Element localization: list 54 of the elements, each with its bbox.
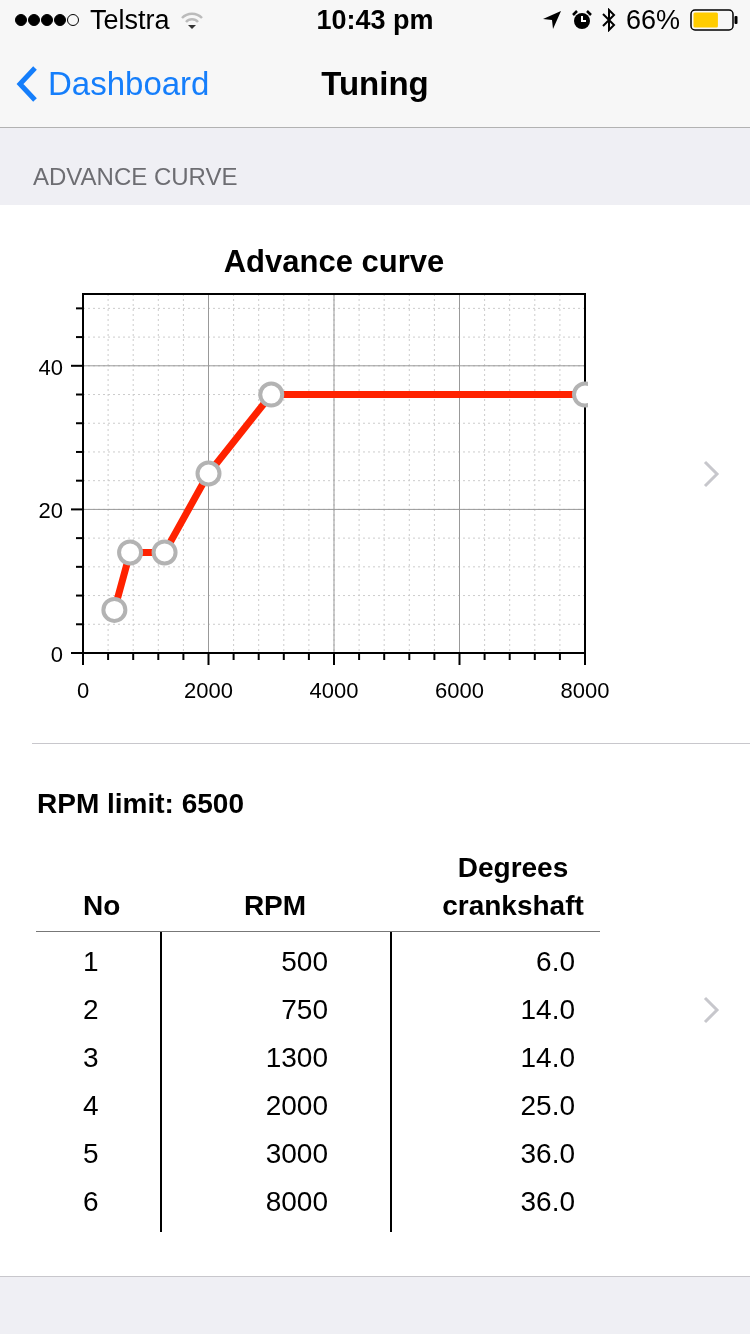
signal-icon (14, 13, 80, 27)
axis-label: 0 (50, 642, 63, 667)
table-value: 6.0 (536, 946, 575, 978)
rpm-limit: RPM limit: 6500 (36, 787, 245, 820)
wifi-icon (179, 11, 204, 29)
battery-icon (690, 9, 738, 31)
table-value: 36.0 (520, 1138, 575, 1170)
chart-point (572, 381, 588, 408)
table-value: 2 (83, 994, 99, 1026)
chart-point (151, 539, 178, 566)
carrier-name: Telstra (90, 4, 170, 36)
table-cell[interactable]: RPM limit: 6500 No RPM Degrees crankshaft 1 500 6.0 2 750 14.0 3 1300 14.0 4 2000 25.0 5 3000 36.0 6 8000 36.0 (0, 744, 750, 1276)
back-button[interactable]: Dashboard (0, 64, 210, 103)
table-value: 14.0 (520, 994, 575, 1026)
alarm-clock-icon (571, 10, 592, 30)
axis-label: 6000 (435, 678, 484, 703)
axis-label: 40 (38, 354, 63, 380)
table-value: 36.0 (520, 1186, 575, 1218)
chevron-icon (702, 995, 720, 1025)
column-header: No (83, 889, 121, 923)
section-header: ADVANCE CURVE (33, 163, 238, 191)
table-value: 25.0 (520, 1090, 575, 1122)
table-value: 6 (83, 1186, 99, 1218)
table-value: 500 (281, 946, 328, 978)
table-value: 750 (281, 994, 328, 1026)
chart-cell[interactable]: Advance curve 0 20 40 0 2000 4000 6000 8000 (0, 205, 750, 743)
column-header: Degrees crankshaft (441, 851, 585, 923)
chart-point (195, 460, 222, 487)
table-value: 2000 (265, 1090, 328, 1122)
location-arrow-icon (541, 10, 562, 30)
chart-point (101, 596, 128, 623)
chart-point (258, 381, 285, 408)
table-value: 3 (83, 1042, 99, 1074)
axis-label: 8000 (560, 678, 610, 703)
chevron-icon (702, 459, 720, 489)
status-time: 10:43 pm (316, 4, 434, 36)
table-value: 1 (83, 946, 99, 978)
axis-label: 2000 (184, 678, 233, 703)
axis-label: 4000 (309, 678, 359, 703)
chevron-left-icon (16, 64, 38, 103)
bluetooth-icon (601, 8, 616, 32)
axis-label: 0 (76, 678, 90, 703)
axis-label: 20 (38, 498, 63, 524)
table-value: 1300 (265, 1042, 328, 1074)
table-value: 4 (83, 1090, 99, 1122)
column-header: RPM (243, 889, 307, 923)
table-value: 5 (83, 1138, 99, 1170)
table-value: 14.0 (520, 1042, 575, 1074)
chart-title: Advance curve (223, 244, 445, 279)
nav-title: Tuning (321, 64, 429, 103)
battery-percent: 66% (625, 4, 680, 36)
chart-point (117, 539, 144, 566)
table-value: 3000 (265, 1138, 328, 1170)
table-value: 8000 (265, 1186, 328, 1218)
